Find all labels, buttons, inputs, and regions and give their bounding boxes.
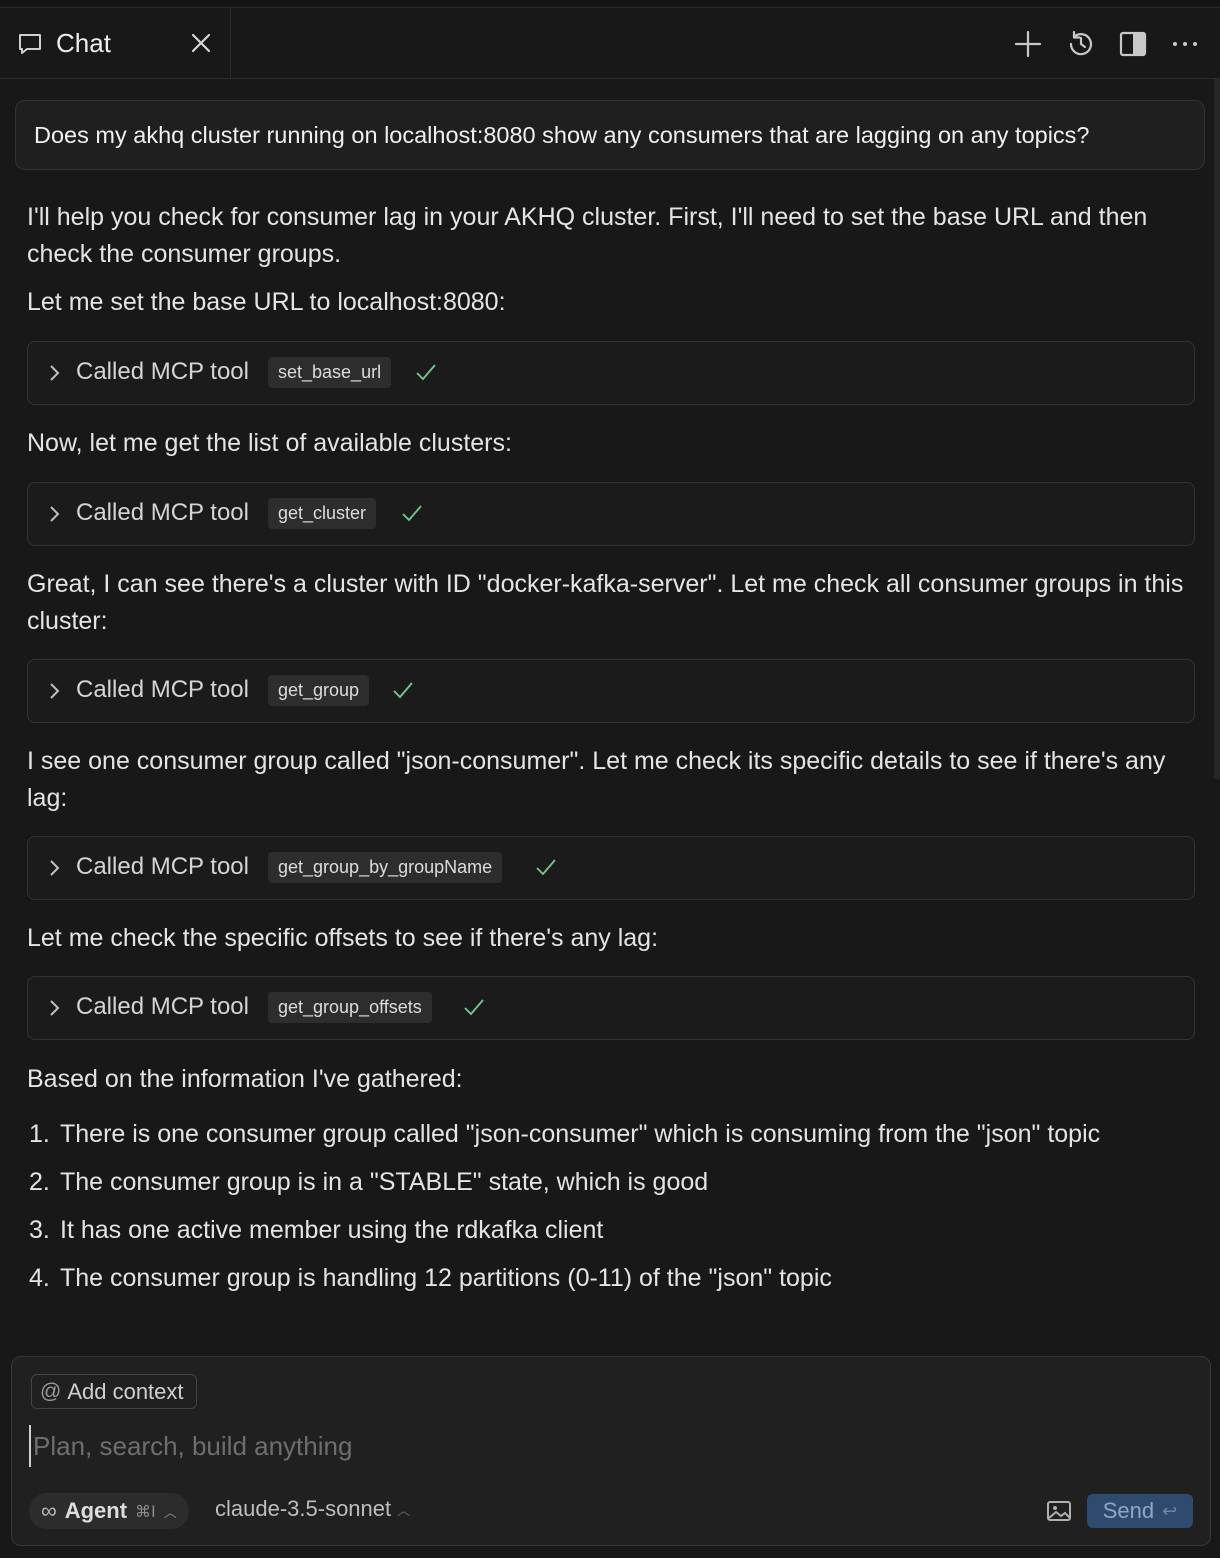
chat-composer: @ Add context ∞ Agent ⌘I ︿ claude-3.5-so… xyxy=(11,1356,1211,1546)
check-icon xyxy=(402,505,422,522)
tool-call-get-group[interactable]: Called MCP tool get_group xyxy=(27,659,1195,723)
assistant-text: Let me set the base URL to localhost:808… xyxy=(27,288,506,316)
chevron-right-icon xyxy=(50,1000,60,1016)
chat-tab-bar: Chat xyxy=(0,8,1220,79)
assistant-text: Based on the information I've gathered: xyxy=(27,1065,463,1093)
chat-conversation: Does my akhq cluster running on localhos… xyxy=(0,79,1220,1357)
tool-name: get_group_by_groupName xyxy=(268,852,503,883)
list-item-text: The consumer group is in a "STABLE" stat… xyxy=(60,1168,709,1196)
chevron-right-icon xyxy=(50,365,60,381)
close-icon[interactable] xyxy=(188,30,214,56)
list-number: 4. xyxy=(29,1264,50,1292)
list-number: 3. xyxy=(29,1216,50,1244)
list-item: 3. It has one active member using the rd… xyxy=(0,1212,1170,1249)
check-icon xyxy=(536,859,556,876)
assistant-text: I'll help you check for consumer lag in … xyxy=(27,203,1148,268)
tab-chat[interactable]: Chat xyxy=(0,8,231,78)
enter-icon: ↩ xyxy=(1162,1500,1178,1521)
user-message-text: Does my akhq cluster running on localhos… xyxy=(34,122,1090,148)
tool-call-label: Called MCP tool xyxy=(76,676,249,703)
check-icon xyxy=(416,364,436,381)
tool-call-get-group-by-groupname[interactable]: Called MCP tool get_group_by_groupName xyxy=(27,836,1195,900)
plus-icon[interactable] xyxy=(1012,28,1044,60)
chat-icon xyxy=(19,34,41,54)
tool-name: set_base_url xyxy=(268,357,392,388)
chevron-right-icon xyxy=(50,683,60,699)
tool-call-get-group-offsets[interactable]: Called MCP tool get_group_offsets xyxy=(27,976,1195,1040)
model-name: claude-3.5-sonnet xyxy=(215,1496,392,1521)
prompt-input[interactable] xyxy=(29,1425,1195,1467)
list-number: 2. xyxy=(29,1168,50,1196)
agent-mode-label: Agent xyxy=(64,1498,128,1523)
agent-shortcut: ⌘I xyxy=(135,1501,156,1521)
tool-call-set-base-url[interactable]: Called MCP tool set_base_url xyxy=(27,341,1195,405)
tool-call-label: Called MCP tool xyxy=(76,853,249,880)
list-number: 1. xyxy=(29,1120,50,1148)
chevron-right-icon xyxy=(50,860,60,876)
assistant-text: Now, let me get the list of available cl… xyxy=(27,429,512,457)
window-top-edge xyxy=(0,0,1220,8)
tab-label: Chat xyxy=(56,28,111,58)
add-context-label: Add context xyxy=(67,1378,184,1404)
list-item-text: It has one active member using the rdkaf… xyxy=(60,1216,604,1244)
summary-list: 1. There is one consumer group called "j… xyxy=(0,1116,1200,1308)
agent-mode-selector[interactable]: ∞ Agent ⌘I ︿ xyxy=(29,1493,189,1529)
list-item-text: The consumer group is handling 12 partit… xyxy=(60,1264,832,1292)
list-item: 4. The consumer group is handling 12 par… xyxy=(0,1260,1170,1297)
chevron-up-icon: ︿ xyxy=(397,1502,411,1518)
model-selector[interactable]: claude-3.5-sonnet ︿ xyxy=(215,1496,410,1522)
more-icon[interactable] xyxy=(1169,28,1201,60)
send-button[interactable]: Send ↩ xyxy=(1087,1494,1193,1528)
tool-name: get_group_offsets xyxy=(268,992,432,1023)
image-icon[interactable] xyxy=(1046,1500,1072,1522)
assistant-text: Great, I can see there's a cluster with … xyxy=(27,570,1184,635)
list-item-text: There is one consumer group called "json… xyxy=(60,1120,1101,1148)
send-label: Send xyxy=(1102,1498,1155,1523)
user-message[interactable]: Does my akhq cluster running on localhos… xyxy=(15,100,1205,170)
check-icon xyxy=(393,682,413,699)
at-icon: @ xyxy=(40,1379,62,1403)
assistant-text: I see one consumer group called "json-co… xyxy=(27,747,1166,812)
tool-call-label: Called MCP tool xyxy=(76,499,249,526)
assistant-text: Let me check the specific offsets to see… xyxy=(27,924,659,952)
tool-call-get-cluster[interactable]: Called MCP tool get_cluster xyxy=(27,482,1195,546)
infinity-icon: ∞ xyxy=(41,1498,57,1523)
history-icon[interactable] xyxy=(1065,28,1097,60)
add-context-button[interactable]: @ Add context xyxy=(31,1374,197,1409)
chevron-right-icon xyxy=(50,506,60,522)
check-icon xyxy=(464,999,484,1016)
tool-call-label: Called MCP tool xyxy=(76,993,249,1020)
tool-call-label: Called MCP tool xyxy=(76,358,249,385)
sidebar-toggle-icon[interactable] xyxy=(1117,28,1149,60)
list-item: 1. There is one consumer group called "j… xyxy=(0,1116,1170,1153)
tool-name: get_cluster xyxy=(268,498,377,529)
tool-name: get_group xyxy=(268,675,370,706)
list-item: 2. The consumer group is in a "STABLE" s… xyxy=(0,1164,1170,1201)
chevron-up-icon: ︿ xyxy=(163,1504,177,1520)
